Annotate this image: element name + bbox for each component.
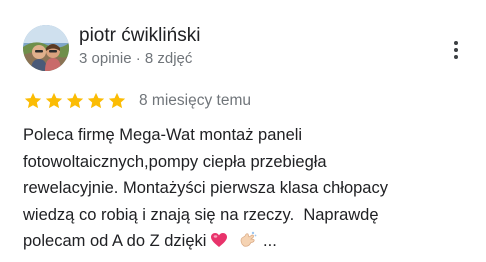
author-name[interactable]: piotr ćwikliński: [79, 25, 200, 47]
hand-emoji: [238, 230, 258, 248]
profile-photo-icon: [23, 25, 69, 71]
star-icon: [66, 92, 84, 109]
review-card: piotr ćwikliński 3 opinie · 8 zdjęć 8 mi…: [0, 0, 486, 262]
review-text-line: Poleca firmę Mega-Wat montaż paneli: [23, 126, 303, 144]
star-icon: [87, 92, 105, 109]
rating-row: 8 miesięcy temu: [23, 91, 251, 111]
star-icon: [108, 92, 126, 109]
review-date: 8 miesięcy temu: [139, 92, 251, 109]
author-meta[interactable]: 3 opinie · 8 zdjęć: [79, 50, 192, 67]
more-vert-icon-dot: [454, 55, 458, 59]
star-rating: [23, 91, 127, 111]
review-text-last-line: polecam od A do Z dzięki ...: [23, 228, 463, 255]
more-vert-icon-dot: [454, 48, 458, 52]
review-text-line: fotowoltaicznych,pompy ciepła przebiegła: [23, 152, 327, 171]
review-text-line: wiedzą co robią i znają się na rzeczy. N…: [23, 205, 379, 224]
ellipsis[interactable]: ...: [263, 232, 277, 250]
star-icon: [45, 92, 63, 109]
review-text: Poleca firmę Mega-Wat montaż paneli foto…: [23, 122, 463, 255]
review-text-line: polecam od A do Z dzięki: [23, 232, 207, 250]
heart-emoji: [210, 232, 228, 248]
more-vert-icon: [454, 41, 458, 45]
review-text-line: rewelacyjnie. Montażyści pierwsza klasa …: [23, 179, 388, 197]
author-avatar[interactable]: [23, 25, 69, 71]
more-options-button[interactable]: [444, 36, 468, 64]
star-icon: [24, 92, 42, 109]
